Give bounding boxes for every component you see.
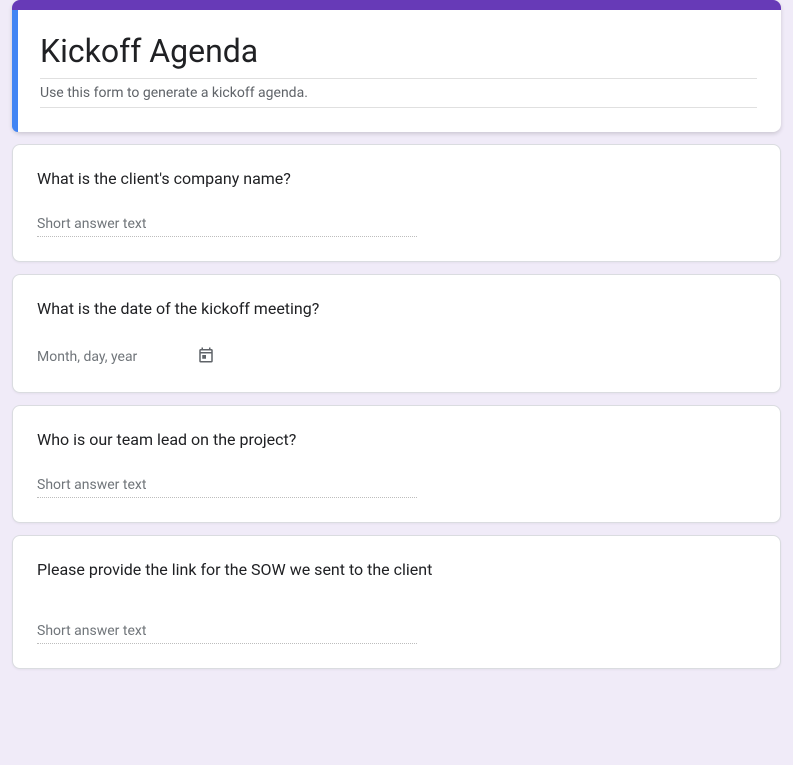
form-container: Kickoff Agenda Use this form to generate… <box>0 0 793 693</box>
form-description[interactable]: Use this form to generate a kickoff agen… <box>40 85 757 108</box>
question-title[interactable]: What is the date of the kickoff meeting? <box>37 299 756 318</box>
calendar-icon[interactable] <box>197 346 215 368</box>
question-title[interactable]: Please provide the link for the SOW we s… <box>37 560 756 579</box>
date-input-row: Month, day, year <box>37 346 756 368</box>
question-card-2: What is the date of the kickoff meeting?… <box>12 274 781 393</box>
form-title[interactable]: Kickoff Agenda <box>40 32 757 79</box>
question-title[interactable]: Who is our team lead on the project? <box>37 430 756 449</box>
question-card-4: Please provide the link for the SOW we s… <box>12 535 781 669</box>
form-header-card: Kickoff Agenda Use this form to generate… <box>12 0 781 132</box>
question-card-1: What is the client's company name? Short… <box>12 144 781 262</box>
date-placeholder[interactable]: Month, day, year <box>37 349 137 365</box>
question-title[interactable]: What is the client's company name? <box>37 169 756 188</box>
short-answer-input[interactable]: Short answer text <box>37 623 417 644</box>
question-card-3: Who is our team lead on the project? Sho… <box>12 405 781 523</box>
short-answer-input[interactable]: Short answer text <box>37 216 417 237</box>
short-answer-input[interactable]: Short answer text <box>37 477 417 498</box>
